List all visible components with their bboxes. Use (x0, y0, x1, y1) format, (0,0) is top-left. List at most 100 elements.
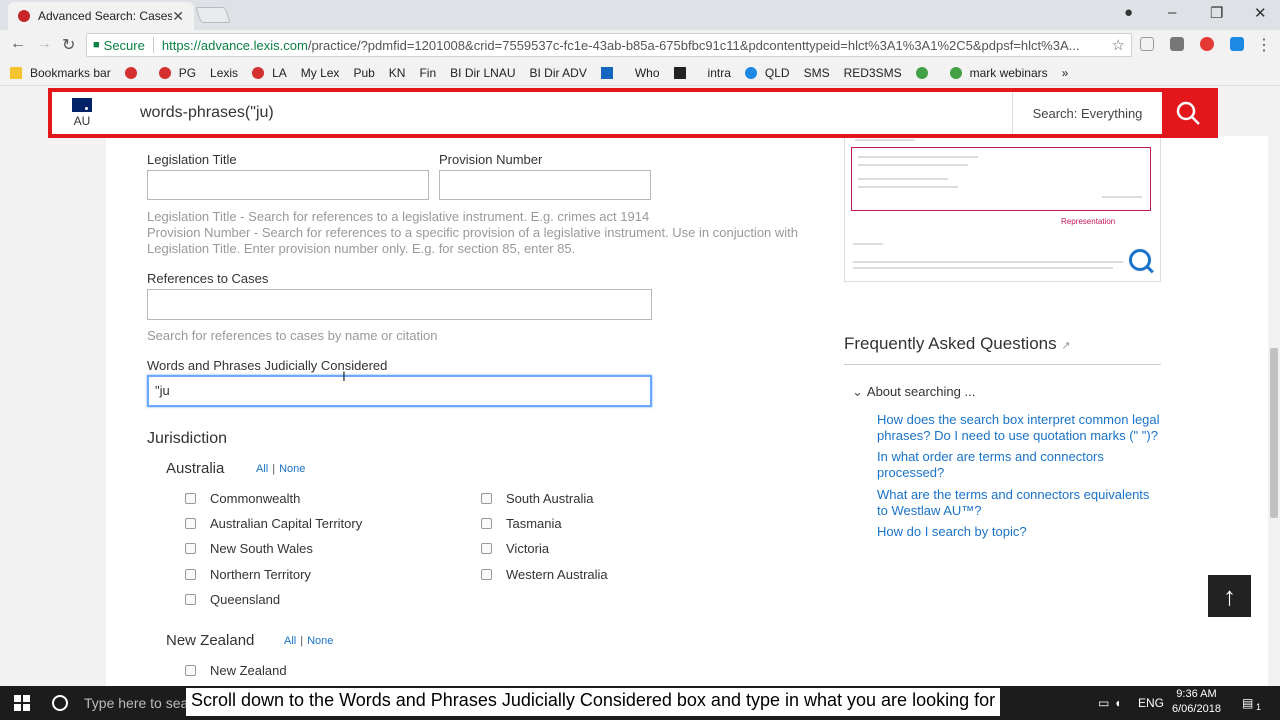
chrome-menu-icon[interactable]: ⋮ (1256, 35, 1272, 55)
bookmark-blue-icon[interactable] (600, 66, 621, 79)
australia-none-link[interactable]: None (279, 463, 305, 475)
checkbox-box[interactable] (481, 569, 492, 580)
checkbox-wa[interactable]: Western Australia (481, 567, 608, 582)
australia-flag-icon (72, 98, 92, 112)
faq-link[interactable]: How does the search box interpret common… (877, 412, 1163, 444)
bookmark-my-lex[interactable]: My Lex (301, 66, 340, 80)
search-button[interactable] (1162, 92, 1214, 134)
bookmark-pub[interactable]: Pub (353, 66, 374, 80)
page-scrollbar[interactable] (1268, 86, 1280, 686)
opera-extension-icon[interactable] (1200, 37, 1214, 51)
faq-about-searching-toggle[interactable]: ⌄ About searching ... (852, 384, 975, 400)
bookmark-bi-dir-adv[interactable]: BI Dir ADV (529, 66, 586, 80)
checkbox-box[interactable] (185, 493, 196, 504)
bookmark-star-icon[interactable]: ☆ (1112, 36, 1125, 54)
cortana-icon[interactable] (52, 695, 68, 711)
bookmark-apps[interactable]: Bookmarks bar (10, 66, 111, 80)
url-host: https://advance.lexis.com (161, 37, 308, 53)
australia-all-none: All | None (256, 463, 306, 475)
legislation-title-input[interactable] (147, 170, 429, 200)
preview-line (855, 139, 915, 141)
tab-close-icon[interactable]: ✕ (172, 8, 184, 25)
faq-link[interactable]: In what order are terms and connectors p… (877, 449, 1163, 481)
preview-line (853, 243, 883, 245)
nz-none-link[interactable]: None (307, 635, 333, 647)
bookmark-qld[interactable]: QLD (744, 66, 790, 80)
checkbox-nt[interactable]: Northern Territory (185, 567, 311, 582)
checkbox-box[interactable] (481, 493, 492, 504)
browser-tab[interactable]: Advanced Search: Cases ✕ (8, 2, 194, 30)
bookmarks-overflow-icon[interactable]: » (1062, 66, 1069, 80)
bookmark-mark-webinars[interactable]: mark webinars (949, 66, 1048, 80)
checkbox-box[interactable] (185, 543, 196, 554)
preview-line (858, 156, 978, 158)
bookmark-sms[interactable]: SMS (804, 66, 830, 80)
forward-icon[interactable]: → (36, 35, 52, 53)
faq-link[interactable]: How do I search by topic? (877, 524, 1163, 540)
bookmark-red-1[interactable] (124, 66, 145, 79)
checkbox-sa[interactable]: South Australia (481, 491, 593, 506)
reload-icon[interactable]: ↻ (62, 35, 75, 55)
search-icon (1176, 101, 1200, 125)
region-selector[interactable]: AU (52, 92, 112, 134)
bookmark-kn[interactable]: KN (389, 66, 406, 80)
windows-extension-icon[interactable] (1230, 37, 1244, 51)
bookmark-red3sms[interactable]: RED3SMS (844, 66, 902, 80)
bookmark-lexis[interactable]: Lexis (210, 66, 238, 80)
checkbox-box[interactable] (481, 543, 492, 554)
bookmark-la[interactable]: LA (252, 66, 287, 80)
folder-icon (10, 66, 22, 79)
bookmark-green-icon[interactable] (915, 66, 936, 79)
faq-link[interactable]: What are the terms and connectors equiva… (877, 487, 1163, 519)
external-link-icon[interactable]: ↗ (1061, 340, 1070, 352)
extension-icon-1[interactable] (1140, 37, 1154, 51)
bookmark-c-icon[interactable] (673, 66, 694, 79)
references-to-cases-input[interactable] (147, 289, 652, 320)
checkbox-box[interactable] (185, 518, 196, 529)
browser-toolbar: ← → ↻ ■ Secure https://advance.lexis.com… (0, 30, 1280, 60)
search-scope-dropdown[interactable]: Search: Everything (1012, 92, 1162, 134)
window-close-icon[interactable]: ✕ (1254, 4, 1267, 22)
checkbox-box[interactable] (481, 518, 492, 529)
profile-icon[interactable]: ● (1124, 4, 1133, 21)
nz-all-link[interactable]: All (284, 635, 296, 647)
checkbox-box[interactable] (185, 594, 196, 605)
words-phrases-input[interactable]: "ju (147, 375, 652, 407)
provision-number-input[interactable] (439, 170, 651, 200)
system-clock[interactable]: 9:36 AM 6/06/2018 (1172, 687, 1221, 717)
bookmark-pg[interactable]: PG (158, 66, 196, 80)
language-indicator[interactable]: ENG (1138, 696, 1164, 710)
checkbox-act[interactable]: Australian Capital Territory (185, 516, 362, 531)
checkbox-vic[interactable]: Victoria (481, 541, 549, 556)
back-icon[interactable]: ← (10, 35, 26, 53)
bookmark-who[interactable]: Who (635, 66, 660, 80)
words-phrases-label: Words and Phrases Judicially Considered (147, 358, 388, 373)
preview-line (858, 178, 948, 180)
address-bar[interactable]: ■ Secure https://advance.lexis.com/pract… (86, 33, 1132, 57)
checkbox-new-zealand[interactable]: New Zealand (185, 663, 287, 678)
taskbar-search-input[interactable]: Type here to sea (84, 695, 188, 711)
scrollbar-thumb[interactable] (1270, 348, 1278, 518)
notification-icon[interactable]: ▤ (1242, 696, 1253, 710)
bookmark-fin[interactable]: Fin (419, 66, 436, 80)
checkbox-nsw[interactable]: New South Wales (185, 541, 313, 556)
australia-all-link[interactable]: All (256, 463, 268, 475)
maximize-icon[interactable]: ❐ (1210, 4, 1223, 22)
new-tab-button[interactable] (195, 7, 231, 23)
checkbox-tas[interactable]: Tasmania (481, 516, 562, 531)
zoom-in-icon[interactable] (1129, 249, 1151, 271)
checkbox-qld[interactable]: Queensland (185, 592, 280, 607)
checkbox-box[interactable] (185, 665, 196, 676)
bookmark-intra[interactable]: intra (708, 66, 731, 80)
bookmark-bi-dir-lnau[interactable]: BI Dir LNAU (450, 66, 515, 80)
checkbox-commonwealth[interactable]: Commonwealth (185, 491, 300, 506)
minimize-icon[interactable]: – (1168, 4, 1176, 21)
search-input[interactable]: words-phrases("ju) (112, 104, 1012, 122)
network-icon[interactable]: ▭ (1098, 696, 1109, 710)
checkbox-box[interactable] (185, 569, 196, 580)
chevron-down-icon: ⌄ (852, 384, 863, 399)
back-to-top-button[interactable]: ↑ (1208, 575, 1251, 617)
windows-start-icon[interactable] (14, 695, 30, 711)
volume-icon[interactable]: ◖ (1114, 696, 1121, 710)
extension-icon-2[interactable] (1170, 37, 1184, 51)
